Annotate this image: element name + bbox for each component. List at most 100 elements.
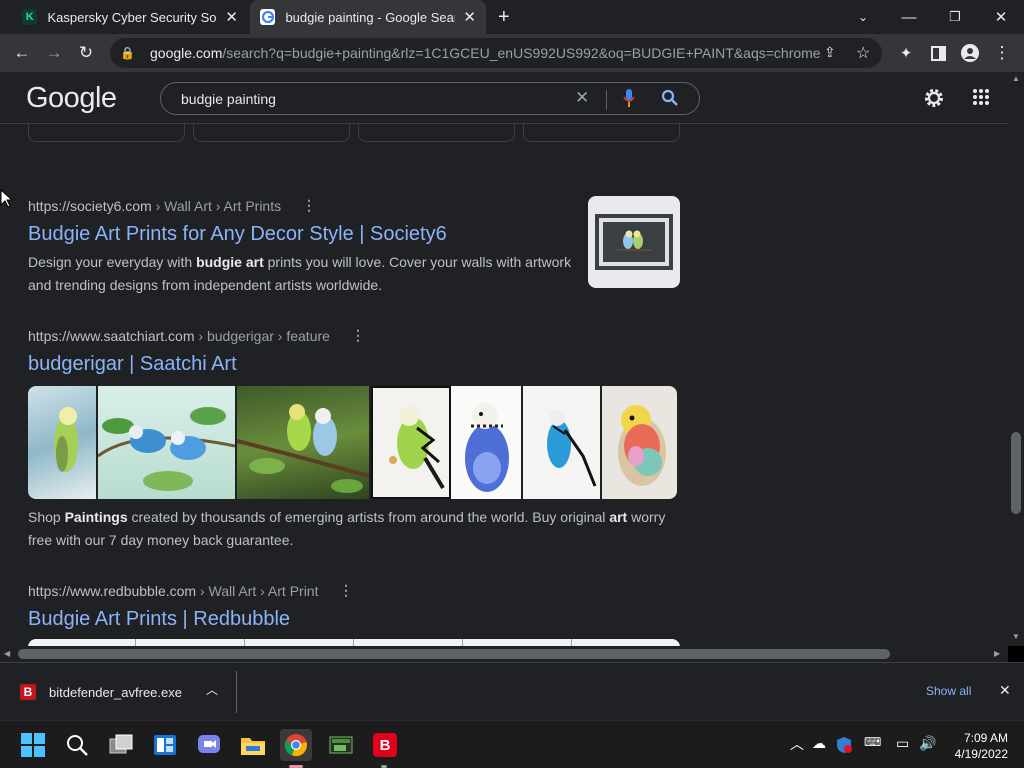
- security-shield-icon[interactable]: [836, 736, 852, 759]
- chrome-taskbar-icon[interactable]: [280, 729, 312, 761]
- budgie-painting-image[interactable]: [602, 386, 677, 499]
- scroll-left-arrow-icon[interactable]: ◀: [4, 649, 10, 658]
- clock-date: 4/19/2022: [954, 747, 1008, 761]
- mouse-cursor-icon: [0, 189, 12, 208]
- tab-kaspersky[interactable]: K Kaspersky Cyber Security Solutio ✕: [12, 0, 248, 34]
- tab-google-search[interactable]: budgie painting - Google Search ✕: [250, 0, 486, 34]
- share-icon[interactable]: ⇪: [824, 44, 836, 61]
- keyboard-icon[interactable]: ⌨: [864, 735, 881, 749]
- onedrive-off-icon[interactable]: ☁: [812, 735, 826, 752]
- network-icon[interactable]: ▭: [896, 735, 909, 752]
- bitdefender-taskbar-icon[interactable]: B: [369, 729, 401, 761]
- result-card[interactable]: [193, 124, 350, 142]
- settings-gear-icon[interactable]: [922, 86, 946, 115]
- result-snippet: Shop Paintings created by thousands of e…: [28, 509, 666, 548]
- image-thumbnail[interactable]: [572, 639, 680, 646]
- image-strip: [28, 639, 680, 646]
- windows-taskbar: B ︿ ☁ ⌨ ▭ 🔊 7:09 AM 4/19/2022: [0, 720, 1024, 768]
- more-options-icon[interactable]: ⋮: [339, 582, 353, 599]
- side-panel-icon[interactable]: [922, 34, 954, 72]
- windows-start-icon[interactable]: [17, 729, 49, 761]
- kaspersky-icon: K: [22, 9, 38, 25]
- chrome-menu-icon[interactable]: ⋮: [986, 34, 1018, 72]
- image-thumbnail[interactable]: [354, 639, 463, 646]
- scroll-down-arrow-icon[interactable]: ▼: [1012, 632, 1020, 641]
- more-options-icon[interactable]: ⋮: [302, 197, 316, 214]
- system-clock[interactable]: 7:09 AM 4/19/2022: [948, 730, 1008, 762]
- close-tab-icon[interactable]: ✕: [463, 8, 476, 26]
- clock-time: 7:09 AM: [963, 731, 1008, 745]
- bitdefender-icon: B: [20, 684, 36, 700]
- google-apps-icon[interactable]: [972, 88, 990, 111]
- file-explorer-icon[interactable]: [237, 729, 269, 761]
- clear-search-icon[interactable]: ✕: [575, 88, 589, 108]
- vertical-scrollbar[interactable]: ▲ ▼: [1008, 72, 1024, 646]
- tab-title: Kaspersky Cyber Security Solutio: [47, 9, 217, 25]
- budgie-painting-image[interactable]: [236, 386, 371, 499]
- image-thumbnail[interactable]: [28, 639, 136, 646]
- profile-icon[interactable]: [954, 34, 986, 72]
- result-title[interactable]: Budgie Art Prints for Any Decor Style | …: [28, 223, 447, 246]
- result-card[interactable]: [28, 124, 185, 142]
- image-thumbnail[interactable]: [136, 639, 245, 646]
- tab-search-chevron-icon[interactable]: ⌄: [840, 0, 886, 34]
- minimize-icon[interactable]: —: [886, 0, 932, 34]
- budgie-painting-image[interactable]: [523, 386, 602, 499]
- result-title[interactable]: Budgie Art Prints | Redbubble: [28, 608, 290, 631]
- download-filename[interactable]: bitdefender_avfree.exe: [49, 685, 182, 700]
- result-url[interactable]: https://www.saatchiart.com › budgerigar …: [28, 328, 330, 344]
- task-view-icon[interactable]: [105, 729, 137, 761]
- vertical-scroll-thumb[interactable]: [1011, 432, 1021, 514]
- result-url[interactable]: https://www.redbubble.com › Wall Art › A…: [28, 583, 318, 599]
- volume-icon[interactable]: 🔊: [919, 735, 936, 752]
- extensions-icon[interactable]: ✦: [890, 34, 922, 72]
- new-tab-icon[interactable]: +: [498, 6, 510, 29]
- chevron-up-icon[interactable]: ︿: [206, 681, 218, 698]
- search-icon[interactable]: [661, 89, 679, 107]
- budgie-painting-image[interactable]: [97, 386, 237, 499]
- budgie-painting-image[interactable]: [28, 386, 98, 499]
- result-title[interactable]: budgerigar | Saatchi Art: [28, 353, 237, 376]
- budgie-painting-image[interactable]: [451, 386, 523, 499]
- search-icon[interactable]: [61, 729, 93, 761]
- google-logo[interactable]: Google: [26, 82, 117, 115]
- restore-icon[interactable]: ❐: [932, 0, 978, 34]
- horizontal-scrollbar[interactable]: ◀ ▶: [0, 646, 1008, 662]
- search-input[interactable]: budgie painting ✕: [160, 82, 700, 115]
- image-strip: [28, 386, 677, 499]
- search-divider: [606, 90, 607, 110]
- scroll-corner: [1008, 646, 1024, 662]
- result-snippet: Design your everyday with budgie art pri…: [28, 254, 572, 293]
- scroll-up-arrow-icon[interactable]: ▲: [1012, 74, 1020, 83]
- forward-icon[interactable]: →: [38, 34, 70, 72]
- lock-icon[interactable]: 🔒: [120, 46, 136, 60]
- page-content: Google budgie painting ✕ https://society…: [0, 72, 1008, 646]
- close-tab-icon[interactable]: ✕: [225, 8, 238, 26]
- url-domain: google.com: [150, 45, 223, 61]
- image-thumbnail[interactable]: [245, 639, 354, 646]
- result-card[interactable]: [358, 124, 515, 142]
- widgets-icon[interactable]: [149, 729, 181, 761]
- result-thumbnail[interactable]: [588, 196, 680, 288]
- close-window-icon[interactable]: ✕: [978, 0, 1024, 34]
- show-all-link[interactable]: Show all: [926, 684, 971, 698]
- result-card[interactable]: [523, 124, 680, 142]
- show-hidden-icons-chevron-icon[interactable]: ︿: [790, 734, 804, 754]
- result-url[interactable]: https://society6.com › Wall Art › Art Pr…: [28, 198, 281, 214]
- download-divider: [236, 671, 237, 713]
- image-thumbnail[interactable]: [463, 639, 572, 646]
- terminal-icon[interactable]: [325, 729, 357, 761]
- close-download-bar-icon[interactable]: ✕: [999, 682, 1011, 699]
- reload-icon[interactable]: ↻: [70, 34, 102, 72]
- bookmark-star-icon[interactable]: ☆: [856, 43, 870, 63]
- address-bar[interactable]: 🔒 google.com/search?q=budgie+painting&rl…: [110, 38, 882, 68]
- back-icon[interactable]: ←: [6, 34, 38, 72]
- google-g-icon: [260, 9, 276, 25]
- voice-search-icon[interactable]: [623, 89, 635, 107]
- teams-chat-icon[interactable]: [193, 729, 225, 761]
- scroll-right-arrow-icon[interactable]: ▶: [994, 649, 1000, 658]
- budgie-painting-image[interactable]: [371, 386, 451, 499]
- more-options-icon[interactable]: ⋮: [351, 327, 365, 344]
- search-query[interactable]: budgie painting: [181, 91, 276, 107]
- horizontal-scroll-thumb[interactable]: [18, 649, 890, 659]
